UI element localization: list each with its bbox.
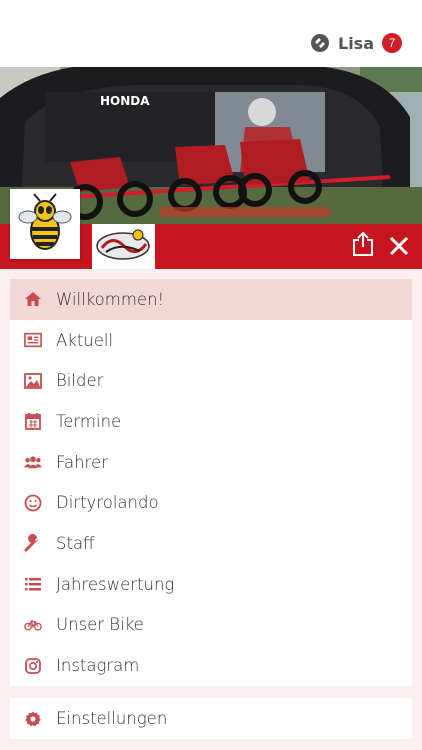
list-icon (24, 575, 42, 593)
home-icon (24, 290, 42, 308)
share-icon (353, 231, 373, 256)
calendar-icon (24, 412, 42, 431)
user-logo-icon (311, 34, 329, 52)
gear-icon (24, 710, 42, 728)
club-logo (10, 189, 80, 259)
top-bar: Lisa 7 (0, 0, 422, 67)
close-button[interactable] (388, 235, 410, 257)
smiley-icon (24, 494, 42, 512)
menu-item-termine[interactable]: Termine (10, 401, 412, 442)
menu-item-label: Unser Bike (56, 615, 144, 635)
menu-item-aktuell[interactable]: Aktuell (10, 320, 412, 361)
menu-item-willkommen[interactable]: Willkommen! (10, 279, 412, 320)
menu-item-einstellungen[interactable]: Einstellungen (10, 698, 412, 739)
close-icon (389, 236, 409, 256)
menu-item-label: Jahreswertung (56, 574, 175, 594)
bicycle-icon (24, 616, 42, 634)
menu-item-label: Staff (56, 533, 95, 553)
image-icon (24, 372, 42, 390)
user-name: Lisa (338, 33, 374, 53)
menu-item-label: Willkommen! (56, 289, 165, 309)
notification-badge: 7 (382, 33, 402, 53)
menu-item-label: Termine (56, 411, 122, 431)
settings-label: Einstellungen (56, 709, 168, 728)
menu-item-label: Dirtyrolando (56, 493, 159, 513)
user-account[interactable]: Lisa 7 (310, 33, 402, 53)
menu-item-dirtyrolando[interactable]: Dirtyrolando (10, 482, 412, 523)
svg-text:HONDA: HONDA (100, 94, 150, 108)
menu-item-label: Instagram (56, 656, 140, 676)
instagram-icon (24, 657, 42, 675)
wrench-icon (24, 534, 42, 552)
menu-item-instagram[interactable]: Instagram (10, 645, 412, 686)
menu-item-bilder[interactable]: Bilder (10, 360, 412, 401)
team-logo (92, 224, 155, 269)
users-icon (24, 453, 42, 471)
menu-item-fahrer[interactable]: Fahrer (10, 442, 412, 483)
share-button[interactable] (352, 231, 374, 257)
menu-item-staff[interactable]: Staff (10, 523, 412, 564)
newspaper-icon (24, 331, 42, 349)
menu-item-label: Bilder (56, 371, 104, 391)
menu-item-label: Aktuell (56, 330, 114, 350)
nav-menu: Willkommen! Aktuell Bilder Termine Fahre… (10, 279, 412, 686)
menu-item-jahreswertung[interactable]: Jahreswertung (10, 564, 412, 605)
menu-item-label: Fahrer (56, 452, 108, 472)
menu-item-unser-bike[interactable]: Unser Bike (10, 605, 412, 646)
